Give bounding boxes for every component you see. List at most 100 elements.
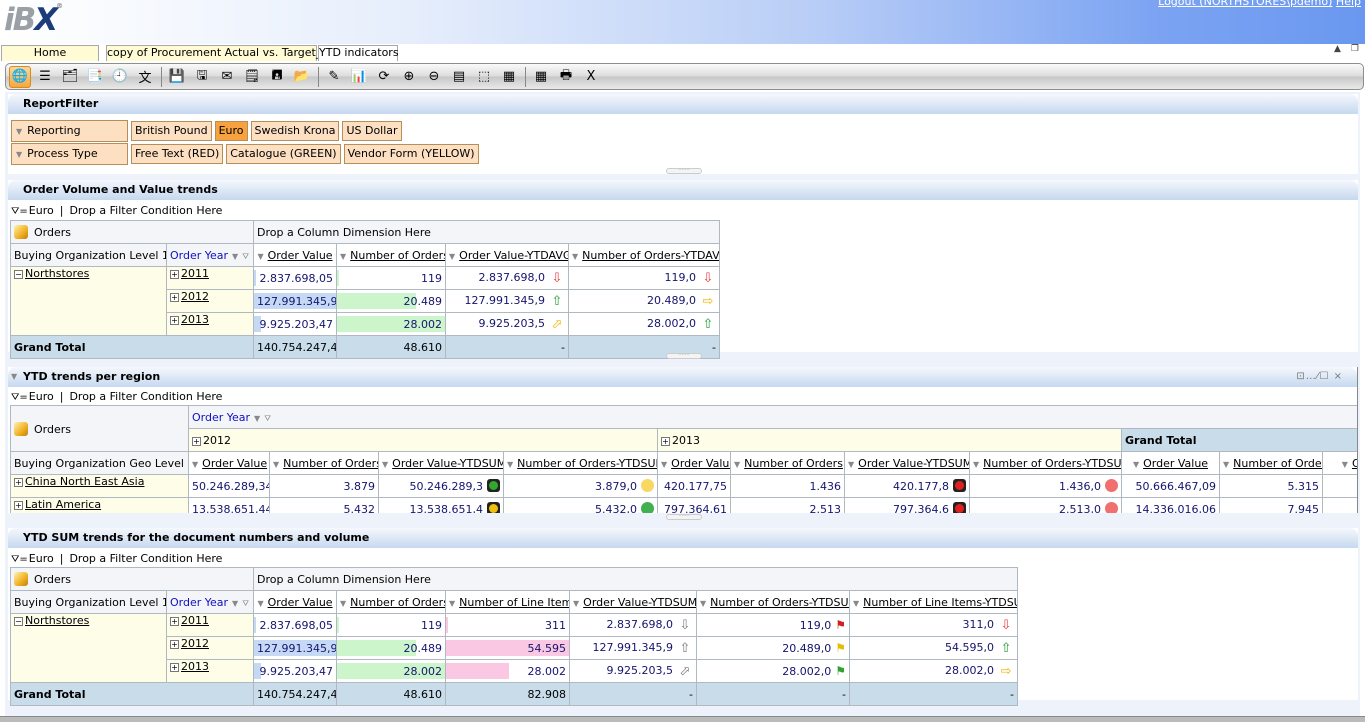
filter-funnel-icon[interactable]: ⛛= [11, 554, 28, 565]
filter-value-button[interactable]: Vendor Form (YELLOW) [343, 144, 479, 164]
measure-header[interactable]: ▼ Number of Line Items [445, 590, 570, 614]
filter-value-button[interactable]: British Pound [131, 121, 212, 141]
year-link[interactable]: 2011 [181, 268, 209, 281]
filter-funnel-icon[interactable]: ⛛= [11, 392, 28, 403]
send-icon[interactable]: ✉ [216, 66, 238, 88]
sort-arrow-icon[interactable]: ▼ [572, 252, 578, 261]
measure-header[interactable]: ▼ Number of Orders-YTDSUM [696, 590, 850, 614]
expand-icon[interactable]: + [170, 293, 179, 302]
filter-dimension-label[interactable]: ▼Reporting Currency [11, 120, 128, 158]
list-view-icon[interactable]: ☰ [34, 66, 56, 88]
expand-icon[interactable]: + [170, 617, 179, 626]
pencil-edit-icon[interactable]: ✎ [323, 66, 345, 88]
year-link[interactable]: 2013 [181, 661, 209, 674]
measure-header[interactable]: ▼ Order Value [253, 590, 337, 614]
sort-arrow-icon[interactable]: ▼ [573, 599, 579, 608]
sort-arrow-icon[interactable]: ▼ [973, 460, 979, 469]
grid-dotted-icon[interactable]: ⬚ [473, 66, 495, 88]
measure-header[interactable]: ▼ Order Value-YTDSUM [844, 451, 970, 475]
save-template-icon[interactable]: 🖪 [266, 66, 288, 88]
sort-arrow-icon[interactable]: ▼ [1342, 460, 1348, 469]
cube-globe-icon[interactable]: 🌐 [9, 65, 31, 88]
filter-value-button[interactable]: Catalogue (GREEN) [226, 144, 341, 164]
sort-arrow-icon[interactable]: ▼ [340, 599, 346, 608]
collapse-panel-icon[interactable]: ▼ [11, 367, 17, 387]
measure-header[interactable]: ▼ Number of Orders [269, 451, 379, 475]
sort-arrow-icon[interactable]: ▼ [700, 599, 706, 608]
measure-header[interactable]: ▼ Number of Orders-YTDSUM [503, 451, 658, 475]
sort-arrow-icon[interactable]: ▼ [848, 460, 854, 469]
year-link[interactable]: 2013 [181, 314, 209, 327]
filter-value-button[interactable]: Swedish Krona [250, 121, 340, 141]
expand-icon[interactable]: + [661, 436, 670, 446]
measure-header[interactable]: ▼ Order Value [188, 451, 270, 475]
measure-header[interactable]: ▼ Order Value [1121, 451, 1220, 475]
expand-icon[interactable]: + [170, 640, 179, 649]
measure-header[interactable]: ▼ Order Value-YTDAVG [445, 243, 569, 267]
save-as-icon[interactable]: 🖫 [191, 66, 213, 88]
dimension-header[interactable]: Order Year ▼ ⛛ [188, 405, 1357, 429]
restore-window-icon[interactable]: ❐ [1351, 44, 1359, 54]
excel-export-icon[interactable]: X [580, 66, 602, 88]
refresh-icon[interactable]: ⟳ [373, 66, 395, 88]
year-link[interactable]: 2011 [181, 615, 209, 628]
org-link[interactable]: Northstores [25, 268, 89, 281]
drop-filter-hint[interactable]: Drop a Filter Condition Here [69, 204, 222, 217]
sort-arrow-icon[interactable]: ▼ [257, 599, 263, 608]
calendar-icon[interactable]: ▦ [530, 66, 552, 88]
panel-splitter[interactable]: ······· [666, 514, 702, 520]
sort-arrow-icon[interactable]: ▼ [661, 460, 667, 469]
drop-filter-hint[interactable]: Drop a Filter Condition Here [69, 390, 222, 403]
org-link[interactable]: Northstores [25, 615, 89, 628]
dimension-header[interactable]: Order Year ▼ ⛛ [166, 590, 254, 614]
year-link[interactable]: 2012 [181, 638, 209, 651]
year-link[interactable]: 2012 [181, 291, 209, 304]
measure-header[interactable]: ▼ Order Value-YTDSUM [569, 590, 697, 614]
collapse-icon[interactable]: − [14, 270, 23, 279]
zoom-out-icon[interactable]: ⊖ [423, 66, 445, 88]
filter-dimension-label[interactable]: ▼ Process Type [11, 143, 128, 165]
collapse-icon[interactable]: − [14, 617, 23, 626]
expand-icon[interactable]: + [170, 270, 179, 279]
measure-header[interactable]: ▼ Number of Orders [336, 243, 446, 267]
filter-funnel-icon[interactable]: ⛛ [242, 252, 249, 261]
expand-icon[interactable]: + [192, 436, 201, 446]
measure-header[interactable]: ▼ Order Value [253, 243, 337, 267]
expand-icon[interactable]: + [14, 478, 23, 487]
filter-funnel-icon[interactable]: ⛛ [242, 599, 249, 608]
measure-header[interactable]: ▼ Order Value [657, 451, 731, 475]
presentation-icon[interactable]: 📊 [348, 66, 370, 88]
tab-home[interactable]: Home [1, 45, 99, 61]
dimension-header[interactable]: Buying Organization Level 1▼ [10, 243, 167, 267]
filter-currency[interactable]: Euro [29, 204, 54, 217]
folder-tree-icon[interactable]: 🗂 [59, 66, 81, 88]
filter-currency[interactable]: Euro [29, 552, 54, 565]
print-icon[interactable]: 🖶 [555, 66, 577, 88]
filter-funnel-icon[interactable]: ⛛= [11, 206, 28, 217]
sort-arrow-icon[interactable]: ▼ [449, 252, 455, 261]
year-link[interactable]: 2013 [672, 434, 700, 447]
zoom-in-icon[interactable]: ⊕ [398, 66, 420, 88]
drop-column-hint[interactable]: Drop a Column Dimension Here [253, 220, 720, 244]
filter-value-button[interactable]: US Dollar [342, 121, 402, 141]
measure-header[interactable]: ▼ Order Value-YTDSUM [378, 451, 504, 475]
note-icon[interactable]: 🗒 [241, 66, 263, 88]
open-folder-icon[interactable]: 📂 [291, 66, 313, 88]
properties-clock-icon[interactable]: 🕘 [109, 66, 131, 88]
dimension-header[interactable]: Order Year ▼ ⛛ [166, 243, 254, 267]
measure-header[interactable]: ▼ Number of Line Items-YTDSUM [848, 590, 1019, 614]
sort-arrow-icon[interactable]: ▼ [1223, 460, 1229, 469]
document-hand-icon[interactable]: 📑 [84, 66, 106, 88]
tab-procurement-actual-vs-target[interactable]: copy of Procurement Actual vs. Target_1 [106, 45, 328, 61]
measure-header[interactable]: ▼ Number of Orders [336, 590, 446, 614]
panel-splitter[interactable]: ······· [666, 353, 702, 359]
panel-splitter[interactable]: ······· [666, 168, 702, 174]
sort-arrow-icon[interactable]: ▼ [734, 460, 740, 469]
drop-filter-hint[interactable]: Drop a Filter Condition Here [69, 552, 222, 565]
panel-window-controls[interactable]: ⊡…⁄☐ × [1296, 367, 1343, 387]
dimension-header[interactable]: Buying Organization Geo Level 1▼ [10, 451, 189, 475]
sort-arrow-icon[interactable]: ▼ [257, 252, 263, 261]
measure-header[interactable]: ▼ Number of Orders [730, 451, 845, 475]
sort-arrow-icon[interactable]: ▼ [853, 599, 859, 608]
sort-arrow-icon[interactable]: ▼ [340, 252, 346, 261]
